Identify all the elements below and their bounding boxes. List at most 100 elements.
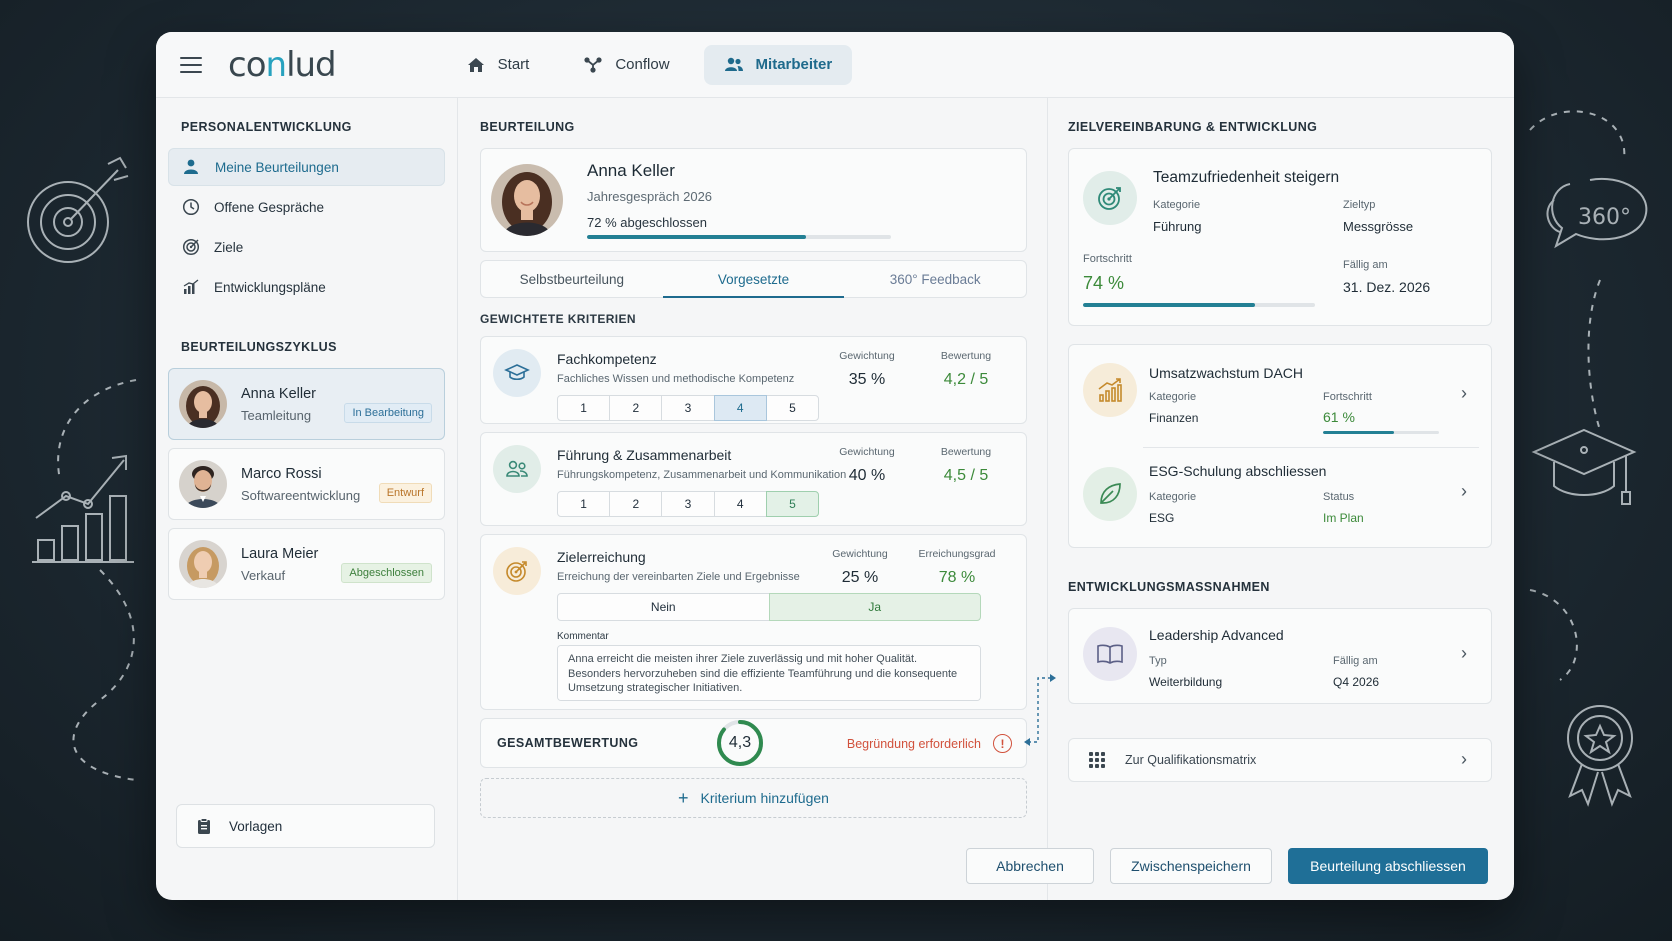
goal-status-label: Status [1323,491,1355,503]
sidebar-item-entwicklungsplaene[interactable]: Entwicklungspläne [168,268,445,306]
dev-icon-wrap [1083,627,1137,681]
sidebar: PERSONALENTWICKLUNG Meine Beurteilungen … [156,98,458,900]
goal-status: Im Plan [1323,511,1364,525]
rating-option-2[interactable]: 2 [609,395,663,421]
goal-icon-wrap [1083,363,1137,417]
goal-row-esg-schulung[interactable]: ESG-Schulung abschliessen Kategorie ESG … [1069,447,1491,549]
goal-card-teamzufriedenheit[interactable]: Teamzufriedenheit steigern Kategorie Füh… [1068,148,1492,326]
development-title: ENTWICKLUNGSMASSNAHMEN [1068,580,1270,594]
person-name: Marco Rossi [241,465,322,482]
tab-360-feedback[interactable]: 360° Feedback [844,261,1026,297]
person-card-marco-rossi[interactable]: Marco Rossi Softwareentwicklung Entwurf [168,448,445,520]
rating-scale: 1 2 3 4 5 [557,395,820,421]
goal-type-label: Zieltyp [1343,199,1376,211]
users-icon [724,57,743,71]
rating-option-1[interactable]: 1 [557,491,611,517]
status-badge: In Bearbeitung [344,403,432,423]
rating-label: Bewertung [940,350,992,362]
weight-value: 25 % [841,569,879,586]
footer-actions: Abbrechen Zwischenspeichern Beurteilung … [966,848,1488,884]
tab-vorgesetzte[interactable]: Vorgesetzte [662,261,845,298]
rating-option-5[interactable]: 5 [765,395,820,421]
option-ja[interactable]: Ja [768,593,981,621]
cancel-button[interactable]: Abbrechen [966,848,1094,884]
tab-selbstbeurteilung[interactable]: Selbstbeurteilung [481,261,663,297]
rating-option-2[interactable]: 2 [609,491,663,517]
target-chalk-icon [27,156,129,263]
goal-progress-label: Fortschritt [1323,391,1372,403]
achievement-col: Erreichungsgrad 78 % [917,548,997,587]
rating-option-1[interactable]: 1 [557,395,611,421]
app-logo[interactable]: conlud [228,44,337,85]
menu-icon[interactable] [180,56,202,73]
weight-label: Gewichtung [839,350,895,362]
rating-option-3[interactable]: 3 [661,395,715,421]
assessment-title: BEURTEILUNG [480,120,575,134]
finish-assessment-button[interactable]: Beurteilung abschliessen [1288,848,1488,884]
target-icon [182,238,200,256]
goals-panel: ZIELVEREINBARUNG & ENTWICKLUNG Teamzufri… [1024,98,1514,900]
goal-category: ESG [1149,511,1175,525]
add-criterion-button[interactable]: + Kriterium hinzufügen [480,778,1027,818]
development-card-leadership[interactable]: Leadership Advanced Typ Weiterbildung Fä… [1068,608,1492,704]
criteria-title: GEWICHTETE KRITERIEN [480,312,637,326]
sidebar-item-label: Offene Gespräche [214,199,325,215]
nav-start[interactable]: Start [446,45,550,85]
achievement-label: Erreichungsgrad [918,548,996,560]
grid-icon [1089,752,1105,768]
qualification-matrix-link[interactable]: Zur Qualifikationsmatrix › [1068,738,1492,782]
status-badge: Abgeschlossen [341,563,432,583]
total-label: GESAMTBEWERTUNG [497,736,639,750]
save-draft-button[interactable]: Zwischenspeichern [1110,848,1272,884]
weight-col: Gewichtung 35 % [837,350,897,389]
total-rating-row: GESAMTBEWERTUNG 4,3 Begründung erforderl… [480,718,1027,768]
flow-icon [584,56,602,73]
development-title-text: Leadership Advanced [1149,627,1284,643]
rating-option-4[interactable]: 4 [713,395,767,421]
crit-icon-wrap [493,445,541,493]
goal-category-label: Kategorie [1149,491,1197,503]
goal-progress-bar [1083,303,1315,307]
nav-mitarbeiter[interactable]: Mitarbeiter [703,44,853,85]
rating-option-5[interactable]: 5 [765,491,820,517]
nav-conflow[interactable]: Conflow [563,45,689,85]
development-type: Weiterbildung [1149,675,1223,689]
rating-scale: 1 2 3 4 5 [557,491,820,517]
sidebar-item-meine-beurteilungen[interactable]: Meine Beurteilungen [168,148,445,186]
comment-field[interactable]: Anna erreicht die meisten ihrer Ziele zu… [557,645,981,701]
option-nein[interactable]: Nein [557,593,770,621]
justification-warning[interactable]: Begründung erforderlich ! [847,734,1012,753]
assessment-panel: BEURTEILUNG Anna Keller Jahresgespräch 2… [458,98,1048,900]
goal-category-label: Kategorie [1149,391,1197,403]
clock-icon [182,198,200,216]
templates-button[interactable]: Vorlagen [176,804,435,848]
goal-category: Führung [1153,219,1202,234]
achievement-value: 78 % [938,569,976,586]
cycle-section-title: BEURTEILUNGSZYKLUS [181,340,337,354]
goals-title: ZIELVEREINBARUNG & ENTWICKLUNG [1068,120,1318,134]
goal-row-umsatzwachstum[interactable]: Umsatzwachstum DACH Kategorie Finanzen F… [1069,345,1491,447]
graduation-cap-icon [504,364,530,381]
rating-option-4[interactable]: 4 [713,491,767,517]
employee-progress-label: 72 % abgeschlossen [587,215,707,230]
nav-label: Conflow [615,56,670,73]
app-window: conlud Start Conflow Mitarbeiter PERSONA… [156,32,1514,900]
sidebar-item-offene-gespraeche[interactable]: Offene Gespräche [168,188,445,226]
book-icon [1097,644,1123,664]
person-card-anna-keller[interactable]: Anna Keller Teamleitung In Bearbeitung [168,368,445,440]
clipboard-icon [198,818,210,834]
comment-label: Kommentar [557,631,609,642]
templates-label: Vorlagen [229,818,283,834]
logo-part: co [228,44,266,85]
weight-label: Gewichtung [839,446,895,458]
goal-category: Finanzen [1149,411,1199,425]
sidebar-item-ziele[interactable]: Ziele [168,228,445,266]
nav-label: Mitarbeiter [755,56,833,73]
goal-title: Umsatzwachstum DACH [1149,365,1304,381]
chevron-right-icon: › [1461,481,1467,501]
rating-option-3[interactable]: 3 [661,491,715,517]
goal-due-label: Fällig am [1343,259,1388,271]
goal-icon-wrap [1083,467,1137,521]
goal-type: Messgrösse [1343,219,1414,234]
person-card-laura-meier[interactable]: Laura Meier Verkauf Abgeschlossen [168,528,445,600]
